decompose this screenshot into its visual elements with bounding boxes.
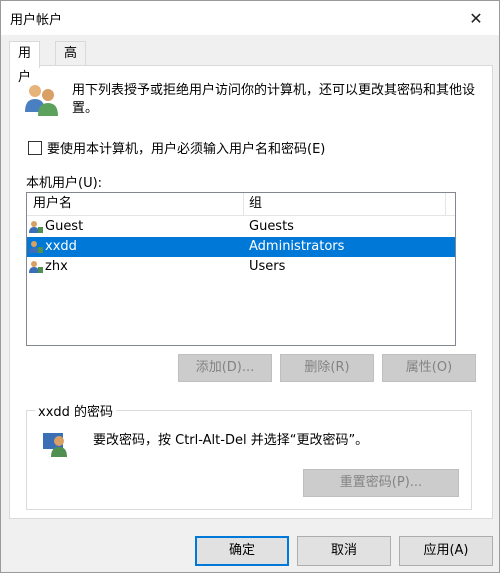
- reset-password-button[interactable]: 重置密码(P)...: [303, 469, 459, 497]
- user-name: zhx: [45, 259, 68, 274]
- apply-button[interactable]: 应用(A): [399, 536, 493, 566]
- user-group: Guests: [249, 219, 294, 234]
- add-user-button[interactable]: 添加(D)...: [178, 354, 272, 382]
- user-group: Administrators: [249, 239, 345, 254]
- table-row[interactable]: zhx Users: [27, 257, 455, 277]
- title-bar: 用户帐户 ✕: [1, 1, 499, 35]
- password-instructions: 要改密码，按 Ctrl-Alt-Del 并选择“更改密码”。: [93, 433, 369, 448]
- tab-users[interactable]: 用户: [9, 41, 41, 85]
- user-group: Users: [249, 259, 286, 274]
- listview-header: 用户名 组: [27, 193, 455, 216]
- ok-button[interactable]: 确定: [195, 536, 289, 566]
- close-icon[interactable]: ✕: [453, 1, 499, 35]
- require-login-label: 要使用本计算机，用户必须输入用户名和密码(E): [47, 142, 326, 157]
- column-header-group[interactable]: 组: [243, 193, 446, 215]
- description-text: 用下列表授予或拒绝用户访问你的计算机，还可以更改其密码和其他设置。: [72, 83, 476, 116]
- user-accounts-dialog: 用户帐户 ✕ 用户 高级 用下列表授予或拒绝用户访问你的计算机，还可以更改其密码…: [0, 0, 500, 573]
- user-name: Guest: [45, 219, 84, 234]
- table-row-selected[interactable]: xxdd Administrators: [27, 237, 455, 257]
- user-icon: [29, 221, 43, 233]
- remove-user-button[interactable]: 删除(R): [280, 354, 374, 382]
- require-login-checkbox[interactable]: [28, 140, 42, 155]
- users-tab-panel: 用下列表授予或拒绝用户访问你的计算机，还可以更改其密码和其他设置。 要使用本计算…: [9, 65, 493, 519]
- user-icon: [29, 241, 43, 253]
- user-password-icon: [43, 433, 67, 457]
- password-groupbox: xxdd 的密码 要改密码，按 Ctrl-Alt-Del 并选择“更改密码”。 …: [26, 401, 472, 510]
- tab-advanced[interactable]: 高级: [55, 41, 87, 85]
- window-title: 用户帐户: [10, 13, 63, 28]
- require-login-option[interactable]: 要使用本计算机，用户必须输入用户名和密码(E): [28, 138, 325, 157]
- users-listview[interactable]: 用户名 组 Guest Guests xxdd Administrators z…: [26, 192, 456, 346]
- password-group-title: xxdd 的密码: [35, 401, 117, 420]
- properties-button[interactable]: 属性(O): [382, 354, 476, 382]
- user-name: xxdd: [45, 239, 77, 254]
- users-list-label: 本机用户(U):: [26, 176, 103, 191]
- table-row[interactable]: Guest Guests: [27, 217, 455, 237]
- user-icon: [29, 261, 43, 273]
- cancel-button[interactable]: 取消: [297, 536, 391, 566]
- column-header-username[interactable]: 用户名: [27, 193, 244, 215]
